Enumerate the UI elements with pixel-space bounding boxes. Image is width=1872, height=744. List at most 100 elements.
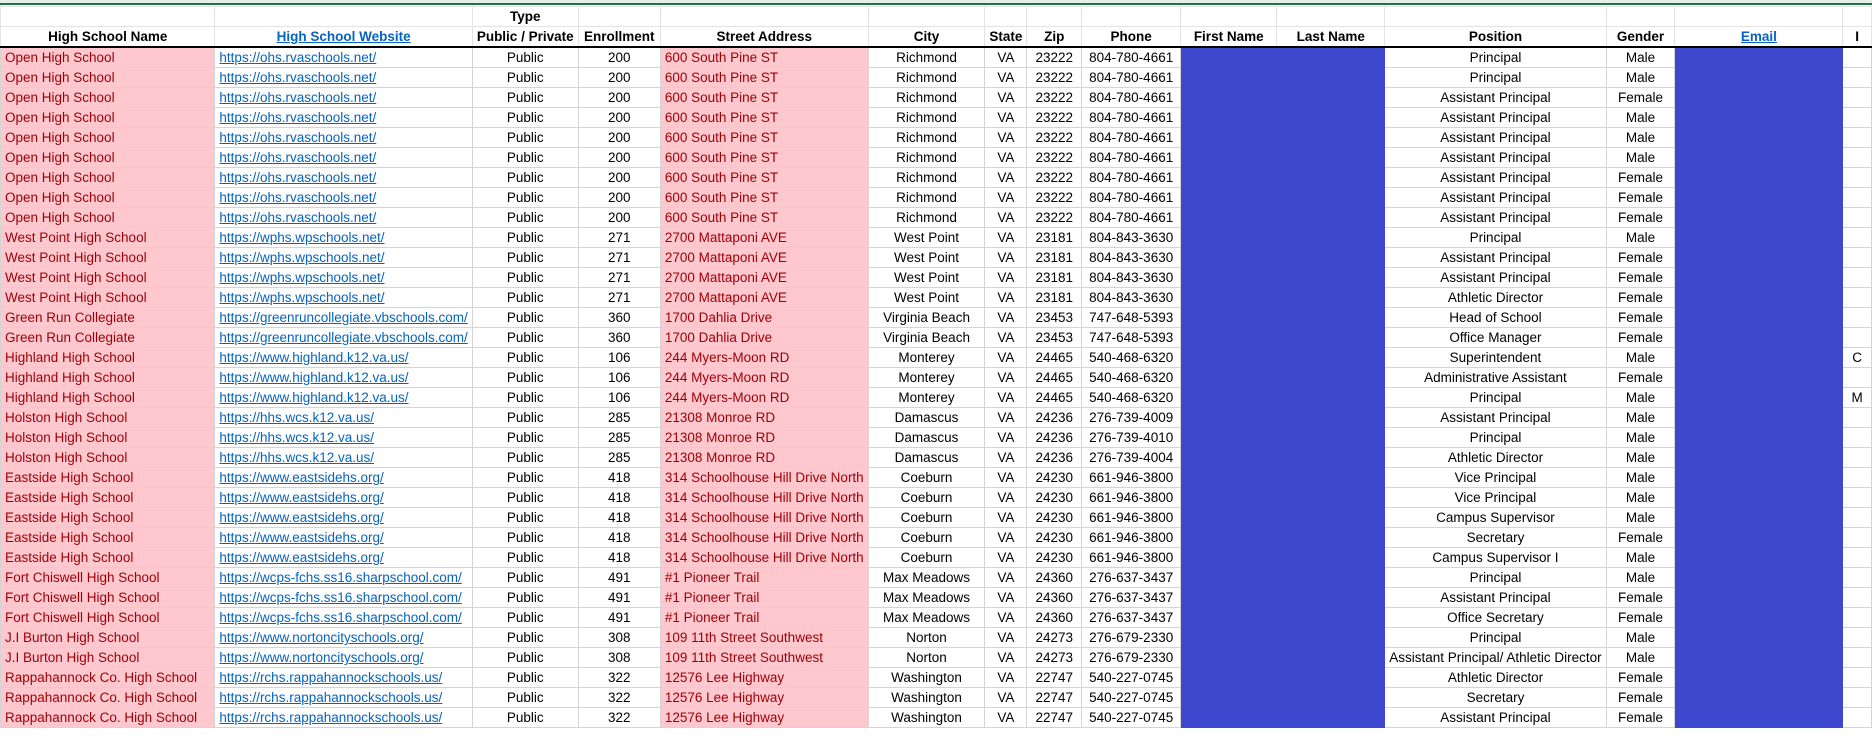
cell-zip[interactable]: 24236 xyxy=(1026,407,1083,428)
cell-partial-column[interactable] xyxy=(1842,607,1872,628)
cell-website-link[interactable]: https://wphs.wpschools.net/ xyxy=(214,287,473,308)
cell-city[interactable]: West Point xyxy=(867,287,986,308)
cell-last-name[interactable] xyxy=(1276,447,1386,468)
cell-city[interactable]: Monterey xyxy=(867,387,986,408)
cell-state[interactable]: VA xyxy=(984,547,1028,568)
cell-city[interactable]: Monterey xyxy=(867,367,986,388)
cell-first-name[interactable] xyxy=(1180,467,1278,488)
cell-gender[interactable]: Female xyxy=(1605,607,1676,628)
cell-partial-column[interactable] xyxy=(1842,307,1872,328)
cell-first-name[interactable] xyxy=(1180,427,1278,448)
cell-city[interactable]: Coeburn xyxy=(867,547,986,568)
cell-phone[interactable]: 276-739-4004 xyxy=(1081,447,1182,468)
cell-state[interactable]: VA xyxy=(984,287,1028,308)
cell-enrollment[interactable]: 491 xyxy=(577,587,661,608)
cell-phone[interactable]: 540-468-6320 xyxy=(1081,347,1182,368)
cell-position[interactable]: Assistant Principal xyxy=(1384,187,1607,208)
cell-last-name[interactable] xyxy=(1276,167,1386,188)
cell-position[interactable]: Head of School xyxy=(1384,307,1607,328)
cell-first-name[interactable] xyxy=(1180,227,1278,248)
cell-state[interactable]: VA xyxy=(984,227,1028,248)
cell-position[interactable]: Office Manager xyxy=(1384,327,1607,348)
cell-city[interactable]: Virginia Beach xyxy=(867,327,986,348)
cell-street-address[interactable]: 244 Myers-Moon RD xyxy=(659,347,869,368)
cell-phone[interactable]: 276-637-3437 xyxy=(1081,607,1182,628)
header-last-name[interactable]: Last Name xyxy=(1276,26,1386,48)
cell-first-name[interactable] xyxy=(1180,507,1278,528)
cell-street-address[interactable]: 600 South Pine ST xyxy=(659,46,869,68)
cell-phone[interactable]: 804-843-3630 xyxy=(1081,287,1182,308)
cell-city[interactable]: Washington xyxy=(867,667,986,688)
cell-city[interactable]: Damascus xyxy=(867,407,986,428)
cell-last-name[interactable] xyxy=(1276,587,1386,608)
cell-zip[interactable]: 24230 xyxy=(1026,527,1083,548)
header-cell[interactable] xyxy=(1180,6,1278,27)
cell-email[interactable] xyxy=(1674,167,1844,188)
cell-website-link[interactable]: https://www.highland.k12.va.us/ xyxy=(214,347,473,368)
cell-partial-column[interactable] xyxy=(1842,407,1872,428)
cell-street-address[interactable]: 109 11th Street Southwest xyxy=(659,627,869,648)
cell-website-link[interactable]: https://wcps-fchs.ss16.sharpschool.com/ xyxy=(214,587,473,608)
cell-school-name[interactable]: Open High School xyxy=(0,87,216,108)
cell-state[interactable]: VA xyxy=(984,167,1028,188)
cell-partial-column[interactable] xyxy=(1842,287,1872,308)
cell-position[interactable]: Vice Principal xyxy=(1384,467,1607,488)
header-zip[interactable]: Zip xyxy=(1026,26,1083,48)
cell-street-address[interactable]: #1 Pioneer Trail xyxy=(659,587,869,608)
cell-enrollment[interactable]: 200 xyxy=(577,87,661,108)
cell-public-private[interactable]: Public xyxy=(471,467,579,488)
cell-email[interactable] xyxy=(1674,46,1844,68)
cell-enrollment[interactable]: 418 xyxy=(577,547,661,568)
cell-school-name[interactable]: Open High School xyxy=(0,147,216,168)
cell-public-private[interactable]: Public xyxy=(471,227,579,248)
cell-zip[interactable]: 24273 xyxy=(1026,627,1083,648)
cell-partial-column[interactable] xyxy=(1842,267,1872,288)
cell-zip[interactable]: 23222 xyxy=(1026,207,1083,228)
cell-zip[interactable]: 23222 xyxy=(1026,147,1083,168)
cell-phone[interactable]: 540-468-6320 xyxy=(1081,387,1182,408)
cell-position[interactable]: Assistant Principal xyxy=(1384,107,1607,128)
cell-last-name[interactable] xyxy=(1276,527,1386,548)
cell-street-address[interactable]: 2700 Mattaponi AVE xyxy=(659,287,869,308)
cell-zip[interactable]: 23222 xyxy=(1026,87,1083,108)
cell-school-name[interactable]: J.I Burton High School xyxy=(0,647,216,668)
cell-state[interactable]: VA xyxy=(984,607,1028,628)
cell-zip[interactable]: 24360 xyxy=(1026,587,1083,608)
cell-last-name[interactable] xyxy=(1276,367,1386,388)
cell-gender[interactable]: Male xyxy=(1605,407,1676,428)
header-public-private[interactable]: Public / Private xyxy=(471,26,579,48)
cell-public-private[interactable]: Public xyxy=(471,587,579,608)
cell-position[interactable]: Secretary xyxy=(1384,687,1607,708)
cell-last-name[interactable] xyxy=(1276,67,1386,88)
cell-zip[interactable]: 23222 xyxy=(1026,127,1083,148)
cell-website-link[interactable]: https://rchs.rappahannockschools.us/ xyxy=(214,687,473,708)
cell-first-name[interactable] xyxy=(1180,327,1278,348)
cell-city[interactable]: Max Meadows xyxy=(867,607,986,628)
cell-enrollment[interactable]: 418 xyxy=(577,527,661,548)
cell-partial-column[interactable] xyxy=(1842,67,1872,88)
cell-enrollment[interactable]: 360 xyxy=(577,327,661,348)
cell-first-name[interactable] xyxy=(1180,547,1278,568)
cell-gender[interactable]: Female xyxy=(1605,287,1676,308)
cell-website-link[interactable]: https://greenruncollegiate.vbschools.com… xyxy=(214,307,473,328)
cell-zip[interactable]: 24465 xyxy=(1026,347,1083,368)
cell-state[interactable]: VA xyxy=(984,507,1028,528)
cell-last-name[interactable] xyxy=(1276,267,1386,288)
cell-phone[interactable]: 540-227-0745 xyxy=(1081,687,1182,708)
header-street-address[interactable]: Street Address xyxy=(659,26,869,48)
cell-street-address[interactable]: 12576 Lee Highway xyxy=(659,687,869,708)
cell-state[interactable]: VA xyxy=(984,467,1028,488)
cell-phone[interactable]: 661-946-3800 xyxy=(1081,487,1182,508)
cell-website-link[interactable]: https://www.eastsidehs.org/ xyxy=(214,507,473,528)
header-state[interactable]: State xyxy=(984,26,1028,48)
cell-zip[interactable]: 23453 xyxy=(1026,327,1083,348)
cell-first-name[interactable] xyxy=(1180,387,1278,408)
cell-partial-column[interactable] xyxy=(1842,107,1872,128)
cell-school-name[interactable]: Open High School xyxy=(0,46,216,68)
header-cell[interactable] xyxy=(1026,6,1083,27)
cell-first-name[interactable] xyxy=(1180,347,1278,368)
header-partial-column[interactable]: I xyxy=(1842,26,1872,48)
cell-gender[interactable]: Male xyxy=(1605,567,1676,588)
cell-phone[interactable]: 804-780-4661 xyxy=(1081,147,1182,168)
cell-website-link[interactable]: https://wphs.wpschools.net/ xyxy=(214,267,473,288)
